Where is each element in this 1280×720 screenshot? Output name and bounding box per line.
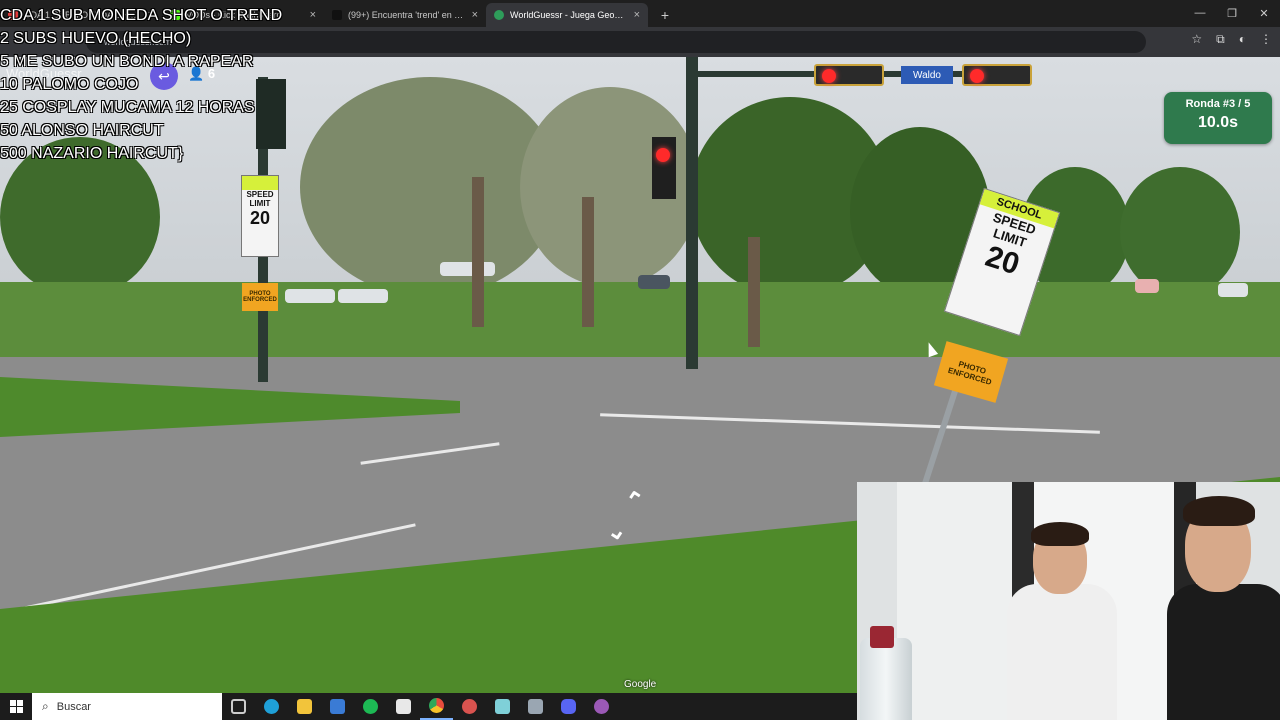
sign-banner [242, 176, 278, 190]
parked-car [285, 289, 335, 303]
google-attribution: Google [624, 679, 657, 690]
discord-icon[interactable] [552, 693, 585, 720]
chrome-icon[interactable] [420, 693, 453, 720]
tab-favicon-icon [332, 10, 342, 20]
search-placeholder: Buscar [56, 700, 91, 713]
tree-trunk [748, 237, 760, 347]
person-shirt [1007, 584, 1117, 720]
traffic-light-pole [686, 57, 698, 369]
profile-icon[interactable]: ◐ [1239, 32, 1246, 47]
spotify-icon[interactable] [354, 693, 387, 720]
person-shirt [1167, 584, 1280, 720]
window-controls: — ❐ ✕ [1184, 0, 1280, 26]
extensions-icon[interactable]: ⧉ [1216, 32, 1225, 47]
taskbar-search[interactable]: ⌕ Buscar [32, 693, 222, 720]
traffic-light-red [962, 64, 1032, 86]
round-timer-panel: Ronda #3 / 5 10.0s [1164, 92, 1272, 144]
toolbar-actions: ☆ ⧉ ◐ ⋮ [1191, 32, 1272, 47]
search-icon: ⌕ [42, 699, 49, 713]
goal-line: 50 ALONSO HAIRCUT [0, 122, 164, 139]
media-player-icon[interactable] [585, 693, 618, 720]
store-icon[interactable] [387, 693, 420, 720]
photo-enforced-sign-left: PHOTO ENFORCED [242, 283, 278, 311]
person-hair [1183, 496, 1255, 526]
screen: CDA 1 SUB MONEDA SHOT O TREND × VODs - K… [0, 0, 1280, 720]
tree-trunk [472, 177, 484, 327]
goal-line: 500 NAZARIO HAIRCUT} [0, 145, 184, 162]
app-glyph [495, 699, 510, 714]
parked-car [1135, 279, 1159, 293]
tree [1120, 167, 1240, 297]
store-glyph [396, 699, 411, 714]
webcam-overlay [857, 482, 1280, 720]
app-icon[interactable] [486, 693, 519, 720]
spotify-glyph [363, 699, 378, 714]
parked-car [638, 275, 670, 289]
mail-icon[interactable] [321, 693, 354, 720]
tab-close-icon[interactable]: × [634, 9, 640, 21]
sign-text: PHOTO ENFORCED [946, 359, 993, 387]
discord-glyph [561, 699, 576, 714]
sign-text: LIMIT [249, 199, 271, 208]
parked-car [440, 262, 495, 276]
street-name-sign: Waldo [901, 66, 953, 84]
browser-tab-3[interactable]: (99+) Encuentra 'trend' en TikTok × [324, 3, 486, 27]
calculator-icon[interactable] [519, 693, 552, 720]
chrome-glyph [429, 698, 444, 713]
windows-icon [9, 700, 23, 713]
goal-line: 5 ME SUBO UN BONDI A RAPEAR [0, 53, 254, 70]
browser-tab-4[interactable]: WorldGuessr - Juega GeoGuessr × [486, 3, 648, 27]
recorder-icon[interactable] [453, 693, 486, 720]
streamer-left [997, 522, 1137, 720]
tab-close-icon[interactable]: × [310, 9, 316, 21]
tab-label: WorldGuessr - Juega GeoGuessr [510, 10, 628, 20]
stream-goals-overlay: CDA 1 SUB MONEDA SHOT O TREND 2 SUBS HUE… [0, 4, 282, 165]
round-timer: 10.0s [1197, 114, 1239, 131]
calculator-glyph [528, 699, 543, 714]
goal-line: 2 SUBS HUEVO (HECHO) [0, 30, 192, 47]
file-explorer-icon[interactable] [288, 693, 321, 720]
media-player-glyph [594, 699, 609, 714]
bottle [860, 626, 912, 720]
edge-icon[interactable] [255, 693, 288, 720]
sign-text: SPEED [246, 190, 274, 199]
bottle-cap [870, 626, 894, 648]
tab-close-icon[interactable]: × [472, 9, 478, 21]
webcam-door [897, 482, 1012, 720]
recorder-glyph [462, 699, 477, 714]
round-label: Ronda #3 / 5 [1185, 98, 1251, 110]
edge-glyph [264, 699, 279, 714]
star-icon[interactable]: ☆ [1191, 32, 1202, 47]
task-view-icon[interactable] [222, 693, 255, 720]
close-window-icon[interactable]: ✕ [1248, 0, 1280, 26]
parked-car [338, 289, 388, 303]
sign-speed-value: 20 [249, 208, 271, 228]
sign-text: PHOTO ENFORCED [243, 291, 277, 303]
streamer-right [1157, 492, 1280, 720]
tab-label: (99+) Encuentra 'trend' en TikTok [348, 10, 466, 20]
tree-trunk [582, 197, 594, 327]
parked-car [1218, 283, 1248, 297]
start-button[interactable] [0, 693, 32, 720]
windows-taskbar: ⌕ Buscar [0, 693, 857, 720]
file-explorer-glyph [297, 699, 312, 714]
tab-favicon-icon [494, 10, 504, 20]
minimize-icon[interactable]: — [1184, 0, 1216, 26]
goal-line: 10 PALOMO COJO [0, 76, 139, 93]
menu-icon[interactable]: ⋮ [1260, 32, 1272, 47]
pedestrian-light [652, 145, 676, 169]
task-view-glyph [231, 699, 246, 714]
traffic-light-red [814, 64, 884, 86]
restore-icon[interactable]: ❐ [1216, 0, 1248, 26]
speed-limit-sign-left: SPEED LIMIT 20 [241, 175, 279, 257]
mail-glyph [330, 699, 345, 714]
new-tab-button[interactable]: + [654, 4, 676, 26]
person-hair [1031, 522, 1089, 546]
goal-line: 25 COSPLAY MUCAMA 12 HORAS [0, 99, 255, 116]
goal-line: CDA 1 SUB MONEDA SHOT O TREND [0, 7, 283, 24]
